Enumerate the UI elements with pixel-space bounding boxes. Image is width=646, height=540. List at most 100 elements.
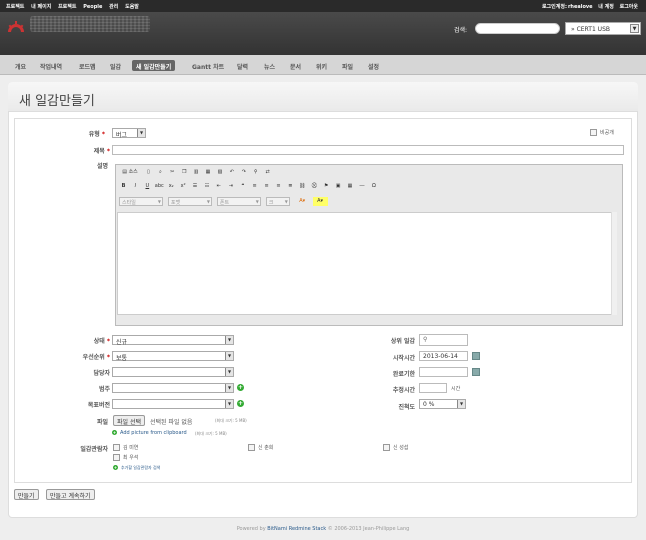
text-color-icon[interactable]: A▾ bbox=[295, 197, 310, 206]
clipboard-max-size: (최대 크기: 5 MB) bbox=[195, 431, 227, 436]
calendar-icon[interactable] bbox=[472, 368, 480, 376]
paste-icon[interactable]: ▥ bbox=[192, 168, 201, 177]
project-jump-select[interactable]: » CERT1 USB ▼ bbox=[565, 22, 641, 35]
watcher-checkbox[interactable] bbox=[383, 444, 390, 451]
top-menu-admin[interactable]: 관리 bbox=[109, 4, 118, 10]
calendar-icon[interactable] bbox=[472, 352, 480, 360]
blockquote-icon[interactable]: ❝ bbox=[238, 182, 247, 191]
undo-icon[interactable]: ↶ bbox=[227, 168, 236, 177]
done-ratio-select[interactable]: 0 % ▼ bbox=[419, 399, 466, 409]
subscript-icon[interactable]: x₂ bbox=[167, 182, 176, 191]
priority-select[interactable]: 보통 ▼ bbox=[112, 351, 234, 362]
replace-icon[interactable]: ⇄ bbox=[263, 168, 272, 177]
underline-icon[interactable]: U bbox=[143, 182, 152, 191]
top-menu-help[interactable]: 도움말 bbox=[125, 4, 139, 10]
subject-input[interactable] bbox=[112, 145, 624, 155]
add-version-icon[interactable]: + bbox=[237, 400, 244, 407]
tab-activity[interactable]: 작업내역 bbox=[36, 60, 66, 71]
tab-calendar[interactable]: 달력 bbox=[233, 60, 252, 71]
tab-files[interactable]: 파일 bbox=[338, 60, 357, 71]
link-icon[interactable]: ⛓ bbox=[298, 182, 307, 191]
tab-issues[interactable]: 일감 bbox=[106, 60, 125, 71]
bold-icon[interactable]: B bbox=[119, 182, 128, 191]
login-prefix: 로그인계정: bbox=[541, 4, 567, 10]
chevron-down-icon: ▼ bbox=[157, 199, 161, 204]
style-select[interactable]: 스타일 ▼ bbox=[119, 197, 163, 206]
align-center-icon[interactable]: ≡ bbox=[262, 182, 271, 191]
priority-value: 보통 bbox=[116, 355, 128, 362]
align-left-icon[interactable]: ≡ bbox=[250, 182, 259, 191]
description-textarea[interactable] bbox=[117, 212, 617, 315]
top-menu-projects[interactable]: 프로젝트 bbox=[58, 4, 76, 10]
watcher-checkbox[interactable] bbox=[113, 444, 120, 451]
redo-icon[interactable]: ↷ bbox=[239, 168, 248, 177]
footer-link[interactable]: BitNami Redmine Stack bbox=[267, 526, 326, 532]
tab-roadmap[interactable]: 로드맵 bbox=[75, 60, 100, 71]
tab-overview[interactable]: 개요 bbox=[11, 60, 30, 71]
tracker-select[interactable]: 버그 ▼ bbox=[112, 128, 146, 139]
status-select[interactable]: 신규 ▼ bbox=[112, 335, 234, 346]
private-checkbox[interactable] bbox=[590, 129, 597, 136]
done-ratio-label: 진척도 bbox=[398, 404, 415, 411]
align-right-icon[interactable]: ≡ bbox=[274, 182, 283, 191]
add-picture-clipboard-link[interactable]: Add picture from clipboard bbox=[120, 430, 187, 436]
new-page-icon[interactable]: ▯ bbox=[144, 168, 153, 177]
tab-news[interactable]: 뉴스 bbox=[260, 60, 279, 71]
size-select[interactable]: 크 ▼ bbox=[265, 197, 290, 206]
watcher-checkbox[interactable] bbox=[248, 444, 255, 451]
login-user[interactable]: rhealove bbox=[568, 4, 593, 10]
background-color-icon[interactable]: A▾ bbox=[312, 197, 328, 206]
private-label: 비공개 bbox=[600, 130, 614, 136]
add-category-icon[interactable]: + bbox=[237, 384, 244, 391]
start-date-input[interactable]: 2013-06-14 bbox=[419, 351, 468, 361]
font-select[interactable]: 폰트 ▼ bbox=[216, 197, 261, 206]
indent-icon[interactable]: ⇥ bbox=[226, 182, 235, 191]
tab-new-issue[interactable]: 새 일감만들기 bbox=[132, 60, 176, 71]
tab-gantt[interactable]: Gantt 차트 bbox=[188, 60, 228, 71]
source-button-label: 소스 bbox=[128, 169, 138, 175]
numbered-list-icon[interactable]: ☰ bbox=[191, 182, 200, 191]
anchor-icon[interactable]: ⚑ bbox=[322, 182, 331, 191]
superscript-icon[interactable]: x² bbox=[179, 182, 188, 191]
create-and-continue-button[interactable]: 만들고 계속하기 bbox=[46, 489, 95, 500]
parent-issue-input[interactable]: ⚲ bbox=[419, 334, 468, 346]
preview-icon[interactable]: ⌕ bbox=[156, 168, 165, 177]
tab-wiki[interactable]: 위키 bbox=[312, 60, 331, 71]
strike-icon[interactable]: abc bbox=[155, 182, 164, 191]
outdent-icon[interactable]: ⇤ bbox=[214, 182, 223, 191]
justify-icon[interactable]: ≣ bbox=[286, 182, 295, 191]
watcher-checkbox[interactable] bbox=[113, 454, 120, 461]
copy-icon[interactable]: ❐ bbox=[180, 168, 189, 177]
paste-word-icon[interactable]: ▧ bbox=[215, 168, 224, 177]
format-select[interactable]: 포맷 ▼ bbox=[167, 197, 212, 206]
unlink-icon[interactable]: ⛒ bbox=[310, 182, 319, 191]
paste-text-icon[interactable]: ▦ bbox=[204, 168, 213, 177]
italic-icon[interactable]: I bbox=[131, 182, 140, 191]
category-label: 범주 bbox=[98, 386, 110, 393]
assignee-select[interactable]: ▼ bbox=[112, 367, 234, 377]
special-char-icon[interactable]: Ω bbox=[369, 182, 378, 191]
create-button[interactable]: 만들기 bbox=[14, 489, 39, 500]
top-menu-home[interactable]: 프로젝트 bbox=[6, 4, 24, 10]
top-menu-my-page[interactable]: 내 페이지 bbox=[31, 4, 51, 10]
estimated-time-input[interactable] bbox=[419, 383, 447, 393]
cut-icon[interactable]: ✂ bbox=[168, 168, 177, 177]
horizontal-rule-icon[interactable]: ― bbox=[357, 182, 366, 191]
table-icon[interactable]: ▦ bbox=[346, 182, 355, 191]
tab-documents[interactable]: 문서 bbox=[286, 60, 305, 71]
logout-link[interactable]: 로그아웃 bbox=[620, 4, 638, 10]
bullet-list-icon[interactable]: ☷ bbox=[202, 182, 211, 191]
find-icon[interactable]: ⚲ bbox=[251, 168, 260, 177]
file-choose-button[interactable]: 파일 선택 bbox=[113, 415, 145, 426]
top-menu-people[interactable]: People bbox=[83, 4, 102, 10]
editor-scrollbar[interactable] bbox=[611, 212, 617, 315]
due-date-input[interactable] bbox=[419, 367, 468, 377]
tab-settings[interactable]: 설정 bbox=[364, 60, 383, 71]
target-version-select[interactable]: ▼ bbox=[112, 399, 234, 409]
source-button[interactable]: ▤ 소스 bbox=[119, 168, 141, 177]
search-watchers-link[interactable]: 추가할 일감관람자 검색 bbox=[121, 465, 160, 471]
search-input[interactable] bbox=[475, 23, 560, 34]
category-select[interactable]: ▼ bbox=[112, 383, 234, 393]
my-account-link[interactable]: 내 계정 bbox=[598, 4, 614, 10]
image-icon[interactable]: ▣ bbox=[334, 182, 343, 191]
